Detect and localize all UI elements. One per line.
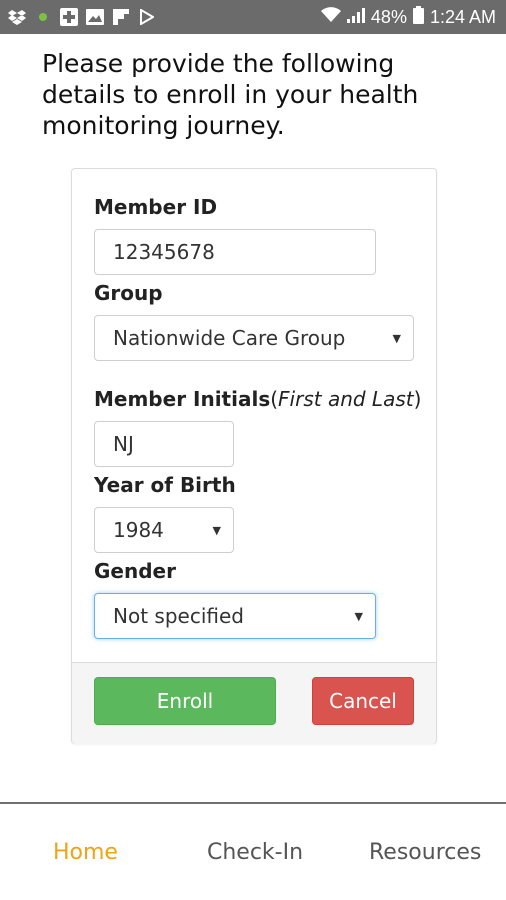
plus-square-icon [60, 8, 78, 26]
status-bar: 48% 1:24 AM [0, 0, 506, 34]
year-of-birth-value: 1984 [113, 518, 164, 542]
member-id-label: Member ID [94, 195, 218, 219]
form-actions: Enroll Cancel [72, 662, 436, 744]
group-label: Group [94, 281, 163, 305]
intro-text: Please provide the following details to … [42, 49, 419, 140]
chevron-down-icon: ▼ [392, 331, 401, 345]
status-left-icons [8, 8, 156, 26]
chevron-down-icon: ▼ [354, 609, 363, 623]
initials-label: Member Initials(First and Last) [94, 387, 422, 411]
enroll-form-card: Member ID 12345678 Group Nationwide Care… [71, 168, 437, 744]
nav-home[interactable]: Home [53, 840, 118, 865]
initials-value: NJ [113, 432, 134, 456]
member-id-value: 12345678 [113, 240, 215, 264]
clock: 1:24 AM [429, 7, 496, 27]
year-of-birth-label: Year of Birth [94, 473, 236, 497]
status-right: 48% 1:24 AM [320, 6, 496, 29]
dropbox-icon [8, 8, 26, 26]
group-select[interactable]: Nationwide Care Group ▼ [94, 315, 414, 361]
initials-hint: First and Last [278, 387, 414, 411]
group-value: Nationwide Care Group [113, 326, 346, 350]
chevron-down-icon: ▼ [212, 523, 221, 537]
cancel-button[interactable]: Cancel [312, 677, 414, 725]
play-icon [138, 8, 156, 26]
battery-icon [412, 6, 424, 29]
nav-resources[interactable]: Resources [369, 840, 481, 865]
image-icon [86, 8, 104, 26]
nav-check-in[interactable]: Check-In [207, 840, 303, 865]
bottom-nav: Home Check-In Resources [0, 804, 506, 900]
signal-icon [346, 7, 365, 28]
gender-label: Gender [94, 559, 176, 583]
enroll-button[interactable]: Enroll [94, 677, 276, 725]
battery-percent: 48% [370, 7, 407, 27]
wifi-icon [320, 7, 341, 28]
year-of-birth-select[interactable]: 1984 ▼ [94, 507, 234, 553]
green-dot-icon [34, 8, 52, 26]
gender-value: Not specified [113, 604, 244, 628]
initials-input[interactable]: NJ [94, 421, 234, 467]
flipboard-icon [112, 8, 130, 26]
gender-select[interactable]: Not specified ▼ [94, 593, 376, 639]
initials-label-text: Member Initials [94, 387, 271, 411]
member-id-input[interactable]: 12345678 [94, 229, 376, 275]
